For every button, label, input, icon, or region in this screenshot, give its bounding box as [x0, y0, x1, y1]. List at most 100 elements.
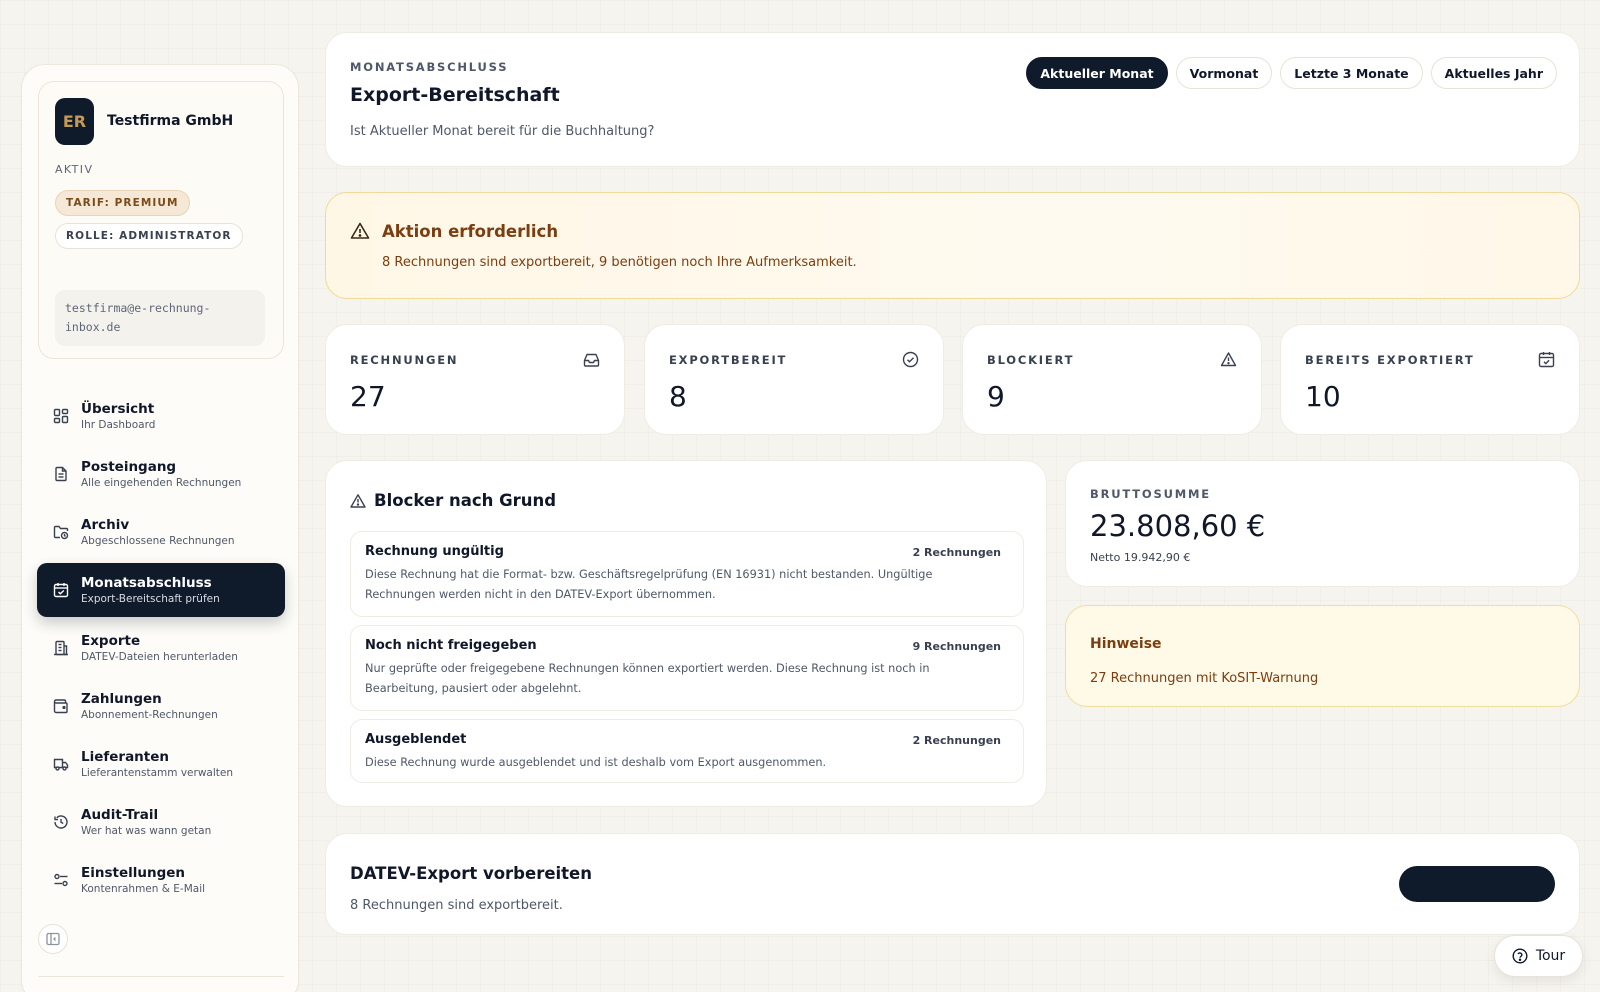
alert-title: Aktion erforderlich	[382, 222, 559, 241]
hinweise-card: Hinweise 27 Rechnungen mit KoSIT-Warnung	[1065, 605, 1580, 707]
sidebar-item-zahlungen[interactable]: Zahlungen Abonnement-Rechnungen	[37, 679, 285, 733]
blocker-card: Blocker nach Grund Rechnung ungültig 2 R…	[325, 460, 1047, 807]
brutto-summary-card: BRUTTOSUMME 23.808,60 € Netto 19.942,90 …	[1065, 460, 1580, 587]
sidebar-item-einstellungen[interactable]: Einstellungen Kontenrahmen & E-Mail	[37, 853, 285, 907]
page-eyebrow: MONATSABSCHLUSS	[350, 60, 509, 74]
sidebar-item-label: Einstellungen	[81, 864, 186, 881]
sidebar-item-label: Audit-Trail	[81, 806, 159, 823]
reason-count: 9 Rechnungen	[912, 640, 1001, 653]
netto-value: Netto 19.942,90 €	[1090, 551, 1191, 564]
sidebar-item-lieferanten[interactable]: Lieferanten Lieferantenstamm verwalten	[37, 737, 285, 791]
sidebar-item-sub: Lieferantenstamm verwalten	[81, 766, 233, 779]
sidebar-collapse-icon	[46, 932, 60, 946]
truck-icon	[53, 756, 69, 772]
stat-card-bereits-exportiert: BEREITS EXPORTIERT 10	[1280, 324, 1580, 435]
stat-label: BEREITS EXPORTIERT	[1305, 353, 1475, 367]
sidebar-item-label: Monatsabschluss	[81, 574, 212, 591]
sidebar-item-archiv[interactable]: Archiv Abgeschlossene Rechnungen	[37, 505, 285, 559]
sidebar-item-label: Lieferanten	[81, 748, 170, 765]
stat-label: RECHNUNGEN	[350, 353, 459, 367]
blocker-reason-item[interactable]: Rechnung ungültig 2 Rechnungen Diese Rec…	[350, 531, 1024, 617]
datev-title: DATEV-Export vorbereiten	[350, 864, 592, 883]
brutto-label: BRUTTOSUMME	[1090, 487, 1211, 501]
stat-value: 10	[1305, 380, 1341, 413]
sidebar-collapse-button[interactable]	[38, 924, 68, 954]
brutto-value: 23.808,60 €	[1090, 509, 1266, 543]
company-avatar: ER	[55, 98, 94, 145]
sidebar-item-sub: Abgeschlossene Rechnungen	[81, 534, 235, 547]
help-circle-icon	[1512, 948, 1528, 964]
sidebar-item-sub: Export-Bereitschaft prüfen	[81, 592, 220, 605]
sidebar-item-sub: Kontenrahmen & E-Mail	[81, 882, 206, 895]
calendar-check-icon	[53, 582, 69, 598]
sidebar-item-sub: Wer hat was wann getan	[81, 824, 212, 837]
sidebar-item-label: Zahlungen	[81, 690, 162, 707]
warning-triangle-icon	[1220, 351, 1237, 368]
folder-clock-icon	[53, 524, 69, 540]
stat-value: 27	[350, 380, 386, 413]
reason-text: Diese Rechnung wurde ausgeblendet und is…	[365, 756, 827, 769]
sidebar-item-audit-trail[interactable]: Audit-Trail Wer hat was wann getan	[37, 795, 285, 849]
reason-text: Nur geprüfte oder freigegebene Rechnunge…	[365, 662, 930, 695]
page-subtitle: Ist Aktueller Monat bereit für die Buchh…	[350, 124, 655, 139]
reason-count: 2 Rechnungen	[912, 546, 1001, 559]
stat-label: BLOCKIERT	[987, 353, 1075, 367]
sidebar-item-label: Posteingang	[81, 458, 177, 475]
warning-triangle-icon	[350, 221, 370, 241]
sidebar-item-sub: Ihr Dashboard	[81, 418, 156, 431]
sidebar-item-sub: Alle eingehenden Rechnungen	[81, 476, 242, 489]
alert-text: 8 Rechnungen sind exportbereit, 9 benöti…	[382, 255, 857, 270]
stat-value: 9	[987, 380, 1005, 413]
check-circle-icon	[902, 351, 919, 368]
sidebar-item-exporte[interactable]: Exporte DATEV-Dateien herunterladen	[37, 621, 285, 675]
hinweise-title: Hinweise	[1090, 636, 1162, 652]
reason-text: Diese Rechnung hat die Format- bzw. Gesc…	[365, 568, 933, 601]
sidebar-item-monatsabschluss[interactable]: Monatsabschluss Export-Bereitschaft prüf…	[37, 563, 285, 617]
company-profile-card: ER Testfirma GmbH AKTIV TARIF: PREMIUM R…	[38, 81, 284, 359]
sidebar-nav: Übersicht Ihr Dashboard Posteingang Alle…	[37, 389, 285, 911]
building-icon	[53, 640, 69, 656]
sidebar-item-uebersicht[interactable]: Übersicht Ihr Dashboard	[37, 389, 285, 443]
datev-export-button[interactable]	[1399, 866, 1555, 902]
page-title: Export-Bereitschaft	[350, 84, 560, 106]
hinweise-text: 27 Rechnungen mit KoSIT-Warnung	[1090, 671, 1319, 686]
stat-card-rechnungen: RECHNUNGEN 27	[325, 324, 625, 435]
inbox-icon	[583, 351, 600, 368]
wallet-icon	[53, 698, 69, 714]
datev-export-card: DATEV-Export vorbereiten 8 Rechnungen si…	[325, 833, 1580, 935]
account-status: AKTIV	[55, 163, 94, 176]
blocker-reason-item[interactable]: Noch nicht freigegeben 9 Rechnungen Nur …	[350, 625, 1024, 711]
document-icon	[53, 466, 69, 482]
stat-card-blockiert: BLOCKIERT 9	[962, 324, 1262, 435]
dashboard-grid-icon	[53, 408, 69, 424]
reason-count: 2 Rechnungen	[912, 734, 1001, 747]
tarif-badge: TARIF: PREMIUM	[55, 190, 190, 216]
tab-vormonat[interactable]: Vormonat	[1175, 57, 1273, 89]
company-name: Testfirma GmbH	[107, 113, 234, 129]
stat-card-exportbereit: EXPORTBEREIT 8	[644, 324, 944, 435]
blocker-title: Blocker nach Grund	[374, 491, 557, 510]
sidebar: ER Testfirma GmbH AKTIV TARIF: PREMIUM R…	[21, 64, 299, 992]
calendar-check-icon	[1538, 351, 1555, 368]
blocker-reason-item[interactable]: Ausgeblendet 2 Rechnungen Diese Rechnung…	[350, 719, 1024, 783]
action-required-alert: Aktion erforderlich 8 Rechnungen sind ex…	[325, 192, 1580, 299]
sidebar-item-posteingang[interactable]: Posteingang Alle eingehenden Rechnungen	[37, 447, 285, 501]
stat-value: 8	[669, 380, 687, 413]
company-email: testfirma@e-rechnung-inbox.de	[55, 290, 265, 346]
tour-button[interactable]: Tour	[1494, 935, 1583, 977]
sidebar-item-label: Übersicht	[81, 400, 155, 417]
tab-aktuelles-jahr[interactable]: Aktuelles Jahr	[1430, 57, 1557, 89]
role-badge: ROLLE: ADMINISTRATOR	[55, 223, 243, 249]
tab-aktueller-monat[interactable]: Aktueller Monat	[1026, 57, 1168, 89]
sliders-icon	[53, 872, 69, 888]
sidebar-item-label: Exporte	[81, 632, 141, 649]
tour-label: Tour	[1535, 948, 1566, 964]
sidebar-item-sub: Abonnement-Rechnungen	[81, 708, 218, 721]
tab-letzte-3-monate[interactable]: Letzte 3 Monate	[1280, 57, 1423, 89]
stat-label: EXPORTBEREIT	[669, 353, 788, 367]
history-icon	[53, 814, 69, 830]
sidebar-item-label: Archiv	[81, 516, 130, 533]
warning-triangle-icon	[350, 493, 366, 509]
period-tabs: Aktueller Monat Vormonat Letzte 3 Monate…	[1026, 57, 1557, 89]
sidebar-item-sub: DATEV-Dateien herunterladen	[81, 650, 238, 663]
